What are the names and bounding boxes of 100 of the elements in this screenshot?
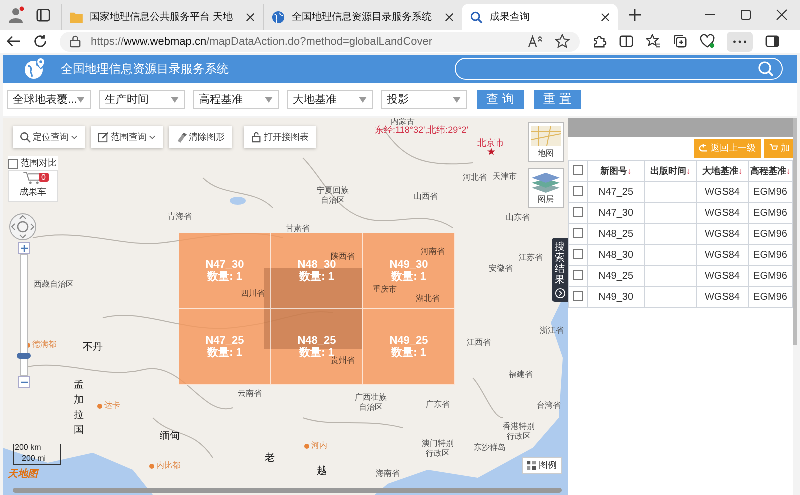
table-cell: N48_30 — [588, 244, 644, 266]
read-aloud-icon[interactable] — [528, 35, 545, 48]
column-header[interactable]: 高程基准↓ — [748, 160, 792, 182]
map-place-label: 天津市 — [493, 172, 517, 182]
star-icon — [487, 148, 495, 156]
map-tool-button[interactable]: 定位查询 — [13, 126, 85, 148]
browser-tab[interactable]: 全国地理信息资源目录服务系统 — [262, 4, 462, 30]
checkbox[interactable] — [573, 290, 583, 300]
city-dot-icon — [150, 464, 154, 468]
count-badge: 0 — [38, 173, 49, 182]
map-place-label: 湖北省 — [416, 294, 440, 304]
new-tab-icon[interactable] — [628, 8, 642, 22]
map-place-label: 山西省 — [414, 192, 438, 202]
dropdown[interactable]: 高程基准 — [193, 90, 279, 109]
table-cell: WGS84 — [696, 266, 748, 286]
zoom-handle[interactable] — [17, 353, 31, 360]
tile-name: N48_25 — [298, 335, 336, 347]
checkbox[interactable] — [573, 248, 583, 258]
map-tool-button[interactable]: 打开接图表 — [244, 126, 316, 148]
tile-name: N47_25 — [206, 335, 244, 347]
dropdown[interactable]: 投影 — [381, 90, 467, 109]
map-place-label: 安徽省 — [489, 264, 513, 274]
map-tile[interactable]: 河南省 N49_30 数量: 1 重庆市 湖北省 — [363, 233, 455, 309]
scrollbar[interactable] — [793, 118, 797, 345]
search-icon[interactable] — [758, 61, 774, 77]
checkbox[interactable] — [573, 165, 583, 175]
city-dot-icon — [304, 444, 310, 448]
table-cell: WGS84 — [696, 202, 748, 224]
layer-switch-button[interactable]: 地图 — [528, 122, 564, 162]
tile-name: N49_30 — [390, 259, 428, 271]
column-header[interactable]: 出版时间↓ — [644, 160, 696, 182]
collections-icon[interactable] — [673, 34, 688, 49]
close-icon[interactable] — [246, 12, 255, 22]
edit-icon — [98, 132, 109, 142]
zoom-slider[interactable] — [20, 254, 28, 376]
cart-button[interactable]: 0 成果车 — [8, 170, 58, 202]
puzzle-icon[interactable] — [592, 34, 607, 49]
checkbox[interactable] — [573, 206, 583, 216]
browser-tab[interactable]: 成果查询 — [462, 4, 618, 30]
column-header[interactable]: 新图号↓ — [588, 160, 644, 182]
map-place-label: 宁夏回族自治区 — [317, 186, 349, 206]
browser-tab[interactable]: 国家地理信息公共服务平台 天地 — [61, 4, 263, 30]
app-title: 全国地理信息资源目录服务系统 — [61, 60, 229, 78]
map-place-label: 北京市 — [478, 138, 504, 156]
map-place-label: 山东省 — [506, 213, 530, 223]
table-cell: N47_25 — [588, 182, 644, 202]
map-place-label: 浙江省 — [540, 326, 564, 336]
map-place-label: 台湾省 — [537, 401, 561, 411]
checkbox[interactable] — [573, 228, 583, 238]
map-logo: 天地图 — [8, 468, 38, 481]
tile-count: 数量: 1 — [208, 271, 242, 283]
search-results-tab[interactable]: 搜索结果 — [552, 238, 568, 302]
map-tile[interactable]: N48_25 数量: 1 贵州省 — [271, 309, 363, 385]
split-screen-icon[interactable] — [619, 34, 634, 49]
checkbox[interactable] — [8, 158, 18, 168]
heart-icon[interactable] — [700, 34, 715, 49]
layer-switch-button[interactable]: 图层 — [528, 168, 564, 208]
maximize-icon[interactable] — [740, 9, 752, 21]
tab-title: 全国地理信息资源目录服务系统 — [292, 10, 432, 24]
dropdown[interactable]: 大地基准 — [287, 90, 373, 109]
map-place-label: 甘肃省 — [286, 224, 310, 234]
search-icon — [20, 132, 31, 142]
profile-icon[interactable] — [8, 6, 26, 24]
map-tile[interactable]: 陕西省 N48_30 数量: 1 — [271, 233, 363, 309]
more-menu-button[interactable] — [727, 32, 753, 52]
tab-list-icon[interactable] — [36, 8, 51, 22]
pan-control[interactable] — [9, 213, 37, 241]
refresh-icon[interactable] — [33, 34, 48, 49]
zoom-in-button[interactable] — [18, 242, 30, 254]
dropdown[interactable]: 生产时间 — [99, 90, 185, 109]
map-place-label: 江西省 — [467, 338, 491, 348]
globe-icon — [272, 10, 285, 24]
star-icon[interactable] — [555, 34, 570, 49]
close-icon[interactable] — [600, 12, 610, 22]
map-tool-button[interactable]: 清除图形 — [169, 126, 232, 148]
checkbox[interactable] — [573, 186, 583, 196]
close-icon[interactable] — [776, 9, 788, 21]
map-place-label: 广西壮族自治区 — [355, 393, 387, 413]
checkbox[interactable] — [573, 270, 583, 280]
zoom-out-button[interactable] — [18, 376, 30, 388]
search-field[interactable] — [455, 58, 783, 80]
table-cell: WGS84 — [696, 182, 748, 202]
legend-button[interactable]: 图例 — [522, 457, 562, 474]
map-tile[interactable]: N47_30 数量: 1 四川省 — [179, 233, 271, 309]
scrollbar[interactable] — [13, 488, 562, 493]
back-arrow-icon[interactable] — [6, 34, 21, 49]
map-tool-button[interactable]: 范围查询 — [91, 126, 163, 148]
checkbox-label: 范围对比 — [21, 157, 57, 170]
map-place-label: 孟加拉国 — [74, 379, 84, 438]
favorites-icon[interactable] — [646, 34, 661, 49]
sidebar-icon[interactable] — [765, 34, 780, 49]
column-header[interactable]: 大地基准↓ — [696, 160, 748, 182]
dropdown[interactable]: 全球地表覆... — [7, 90, 91, 109]
close-icon[interactable] — [444, 12, 454, 22]
map-place-label: 重庆市 — [373, 285, 397, 295]
address-bar[interactable]: https://www.webmap.cn/mapDataAction.do?method=globalLandCover — [60, 32, 580, 52]
caret-icon — [77, 96, 85, 102]
scale-bar: 200 km 200 mi — [13, 444, 61, 465]
cart-label: 成果车 — [20, 186, 46, 199]
city-dot-icon — [98, 404, 102, 408]
